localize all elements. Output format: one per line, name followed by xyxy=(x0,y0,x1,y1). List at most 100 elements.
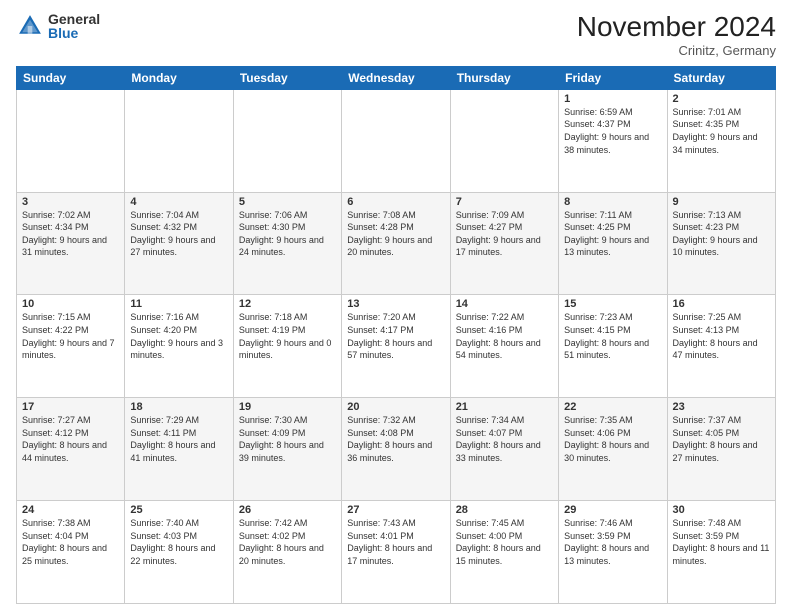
day-number: 27 xyxy=(347,504,444,516)
day-number: 19 xyxy=(239,401,336,413)
day-cell-2-2: 12Sunrise: 7:18 AMSunset: 4:19 PMDayligh… xyxy=(233,295,341,398)
day-number: 11 xyxy=(130,298,227,310)
day-info: Sunrise: 7:46 AMSunset: 3:59 PMDaylight:… xyxy=(564,518,649,566)
week-row-3: 10 Sunrise: 7:15 AMSunset: 4:22 PMDayligh… xyxy=(17,295,776,398)
day-number: 14 xyxy=(456,298,553,310)
header-tuesday: Tuesday xyxy=(233,66,341,89)
day-info: Sunrise: 7:34 AMSunset: 4:07 PMDaylight:… xyxy=(456,415,541,463)
day-cell-1-6: 9 Sunrise: 7:13 AMSunset: 4:23 PMDaylight… xyxy=(667,192,775,295)
header-sunday: Sunday xyxy=(17,66,125,89)
day-cell-4-0: 24 Sunrise: 7:38 AMSunset: 4:04 PMDayligh… xyxy=(17,501,125,604)
day-number: 7 xyxy=(456,196,553,208)
day-info: Sunrise: 7:35 AMSunset: 4:06 PMDaylight:… xyxy=(564,415,649,463)
day-number: 2 xyxy=(673,93,770,105)
day-number: 23 xyxy=(673,401,770,413)
day-number: 5 xyxy=(239,196,336,208)
day-info: Sunrise: 7:09 AMSunset: 4:27 PMDaylight:… xyxy=(456,210,541,258)
day-info: Sunrise: 7:40 AMSunset: 4:03 PMDaylight:… xyxy=(130,518,215,566)
day-number: 1 xyxy=(564,93,661,105)
day-number: 4 xyxy=(130,196,227,208)
day-info: Sunrise: 6:59 AMSunset: 4:37 PMDaylight:… xyxy=(564,107,649,155)
day-cell-4-1: 25Sunrise: 7:40 AMSunset: 4:03 PMDayligh… xyxy=(125,501,233,604)
location: Crinitz, Germany xyxy=(577,43,776,58)
week-row-5: 24 Sunrise: 7:38 AMSunset: 4:04 PMDayligh… xyxy=(17,501,776,604)
month-title: November 2024 xyxy=(577,12,776,43)
day-info: Sunrise: 7:13 AMSunset: 4:23 PMDaylight:… xyxy=(673,210,758,258)
day-cell-3-1: 18 Sunrise: 7:29 AMSunset: 4:11 PMDayligh… xyxy=(125,398,233,501)
header-thursday: Thursday xyxy=(450,66,558,89)
day-number: 17 xyxy=(22,401,119,413)
day-number: 18 xyxy=(130,401,227,413)
day-number: 8 xyxy=(564,196,661,208)
weekday-header-row: Sunday Monday Tuesday Wednesday Thursday… xyxy=(17,66,776,89)
day-cell-1-4: 7 Sunrise: 7:09 AMSunset: 4:27 PMDaylight… xyxy=(450,192,558,295)
day-number: 10 xyxy=(22,298,119,310)
day-number: 21 xyxy=(456,401,553,413)
week-row-4: 17Sunrise: 7:27 AMSunset: 4:12 PMDayligh… xyxy=(17,398,776,501)
day-cell-3-4: 21 Sunrise: 7:34 AMSunset: 4:07 PMDayligh… xyxy=(450,398,558,501)
day-cell-1-1: 4 Sunrise: 7:04 AMSunset: 4:32 PMDaylight… xyxy=(125,192,233,295)
calendar-table: Sunday Monday Tuesday Wednesday Thursday… xyxy=(16,66,776,604)
day-cell-0-4 xyxy=(450,89,558,192)
logo-blue-text: Blue xyxy=(48,26,100,40)
day-number: 20 xyxy=(347,401,444,413)
day-number: 28 xyxy=(456,504,553,516)
day-info: Sunrise: 7:38 AMSunset: 4:04 PMDaylight:… xyxy=(22,518,107,566)
day-number: 30 xyxy=(673,504,770,516)
day-cell-1-3: 6 Sunrise: 7:08 AMSunset: 4:28 PMDaylight… xyxy=(342,192,450,295)
day-number: 6 xyxy=(347,196,444,208)
header-monday: Monday xyxy=(125,66,233,89)
day-cell-2-3: 13 Sunrise: 7:20 AMSunset: 4:17 PMDayligh… xyxy=(342,295,450,398)
day-cell-0-6: 2 Sunrise: 7:01 AMSunset: 4:35 PMDaylight… xyxy=(667,89,775,192)
week-row-2: 3Sunrise: 7:02 AMSunset: 4:34 PMDaylight… xyxy=(17,192,776,295)
title-block: November 2024 Crinitz, Germany xyxy=(577,12,776,58)
day-cell-0-1 xyxy=(125,89,233,192)
logo-text: General Blue xyxy=(48,12,100,40)
logo-general-text: General xyxy=(48,12,100,26)
day-cell-0-2 xyxy=(233,89,341,192)
day-cell-1-2: 5 Sunrise: 7:06 AMSunset: 4:30 PMDaylight… xyxy=(233,192,341,295)
day-info: Sunrise: 7:45 AMSunset: 4:00 PMDaylight:… xyxy=(456,518,541,566)
day-cell-1-0: 3Sunrise: 7:02 AMSunset: 4:34 PMDaylight… xyxy=(17,192,125,295)
day-info: Sunrise: 7:08 AMSunset: 4:28 PMDaylight:… xyxy=(347,210,432,258)
day-cell-0-0 xyxy=(17,89,125,192)
day-cell-2-1: 11 Sunrise: 7:16 AMSunset: 4:20 PMDayligh… xyxy=(125,295,233,398)
day-info: Sunrise: 7:30 AMSunset: 4:09 PMDaylight:… xyxy=(239,415,324,463)
day-info: Sunrise: 7:29 AMSunset: 4:11 PMDaylight:… xyxy=(130,415,215,463)
header-wednesday: Wednesday xyxy=(342,66,450,89)
day-number: 15 xyxy=(564,298,661,310)
day-cell-1-5: 8Sunrise: 7:11 AMSunset: 4:25 PMDaylight… xyxy=(559,192,667,295)
day-cell-3-0: 17Sunrise: 7:27 AMSunset: 4:12 PMDayligh… xyxy=(17,398,125,501)
day-cell-3-5: 22Sunrise: 7:35 AMSunset: 4:06 PMDayligh… xyxy=(559,398,667,501)
day-info: Sunrise: 7:23 AMSunset: 4:15 PMDaylight:… xyxy=(564,312,649,360)
week-row-1: 1 Sunrise: 6:59 AMSunset: 4:37 PMDaylight… xyxy=(17,89,776,192)
day-info: Sunrise: 7:22 AMSunset: 4:16 PMDaylight:… xyxy=(456,312,541,360)
day-cell-4-6: 30 Sunrise: 7:48 AMSunset: 3:59 PMDayligh… xyxy=(667,501,775,604)
day-cell-4-4: 28 Sunrise: 7:45 AMSunset: 4:00 PMDayligh… xyxy=(450,501,558,604)
day-number: 16 xyxy=(673,298,770,310)
day-cell-0-3 xyxy=(342,89,450,192)
day-info: Sunrise: 7:48 AMSunset: 3:59 PMDaylight:… xyxy=(673,518,770,566)
day-cell-3-6: 23Sunrise: 7:37 AMSunset: 4:05 PMDayligh… xyxy=(667,398,775,501)
day-info: Sunrise: 7:15 AMSunset: 4:22 PMDaylight:… xyxy=(22,312,115,360)
day-info: Sunrise: 7:16 AMSunset: 4:20 PMDaylight:… xyxy=(130,312,223,360)
day-cell-3-2: 19 Sunrise: 7:30 AMSunset: 4:09 PMDayligh… xyxy=(233,398,341,501)
header: General Blue November 2024 Crinitz, Germ… xyxy=(16,12,776,58)
day-cell-4-3: 27Sunrise: 7:43 AMSunset: 4:01 PMDayligh… xyxy=(342,501,450,604)
day-info: Sunrise: 7:20 AMSunset: 4:17 PMDaylight:… xyxy=(347,312,432,360)
day-number: 9 xyxy=(673,196,770,208)
day-cell-3-3: 20Sunrise: 7:32 AMSunset: 4:08 PMDayligh… xyxy=(342,398,450,501)
day-cell-2-5: 15 Sunrise: 7:23 AMSunset: 4:15 PMDayligh… xyxy=(559,295,667,398)
day-cell-2-6: 16Sunrise: 7:25 AMSunset: 4:13 PMDayligh… xyxy=(667,295,775,398)
day-info: Sunrise: 7:06 AMSunset: 4:30 PMDaylight:… xyxy=(239,210,324,258)
day-info: Sunrise: 7:04 AMSunset: 4:32 PMDaylight:… xyxy=(130,210,215,258)
logo: General Blue xyxy=(16,12,100,40)
day-number: 24 xyxy=(22,504,119,516)
day-cell-0-5: 1 Sunrise: 6:59 AMSunset: 4:37 PMDaylight… xyxy=(559,89,667,192)
day-number: 26 xyxy=(239,504,336,516)
day-info: Sunrise: 7:01 AMSunset: 4:35 PMDaylight:… xyxy=(673,107,758,155)
day-info: Sunrise: 7:42 AMSunset: 4:02 PMDaylight:… xyxy=(239,518,324,566)
day-cell-2-0: 10 Sunrise: 7:15 AMSunset: 4:22 PMDayligh… xyxy=(17,295,125,398)
day-number: 13 xyxy=(347,298,444,310)
day-cell-2-4: 14 Sunrise: 7:22 AMSunset: 4:16 PMDayligh… xyxy=(450,295,558,398)
